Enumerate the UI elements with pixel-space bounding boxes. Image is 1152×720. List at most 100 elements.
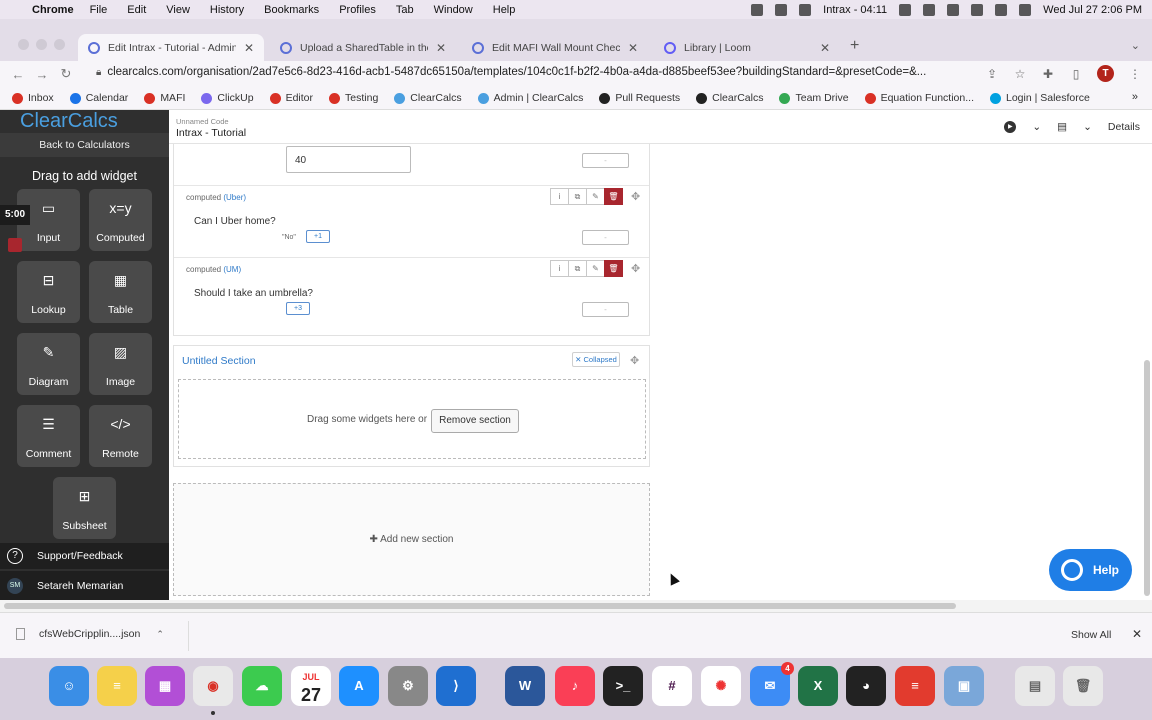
menu-file[interactable]: File xyxy=(90,4,108,16)
kebab-menu-icon[interactable]: ⋮ xyxy=(1128,67,1142,81)
back-to-calculators-link[interactable]: Back to Calculators xyxy=(0,133,169,157)
play-icon[interactable]: ▶ xyxy=(1004,121,1017,133)
tab-edit-intrax[interactable]: Edit Intrax - Tutorial - Admin | C ✕ xyxy=(78,34,264,61)
menu-view[interactable]: View xyxy=(166,4,190,16)
edit-pencil-icon[interactable]: ✎ xyxy=(586,188,605,205)
reference-count-button[interactable]: +1 xyxy=(306,230,330,243)
terminal-icon[interactable]: >_ xyxy=(603,666,643,706)
system-preferences-icon[interactable]: ⚙ xyxy=(388,666,428,706)
minimize-window-icon[interactable] xyxy=(36,39,47,50)
notes-icon[interactable]: ≡ xyxy=(97,666,137,706)
close-tab-icon[interactable]: ✕ xyxy=(628,41,638,55)
side-panel-icon[interactable]: ▯ xyxy=(1069,67,1083,81)
doc-title[interactable]: Intrax - Tutorial xyxy=(176,127,246,139)
bookmark-item[interactable]: Pull Requests xyxy=(599,92,680,104)
messages-icon[interactable]: ☁ xyxy=(242,666,282,706)
tab-edit-mafi[interactable]: Edit MAFI Wall Mount Checker ✕ xyxy=(462,34,648,61)
tab-loom-library[interactable]: Library | Loom ✕ xyxy=(654,34,840,61)
expressvpn-icon[interactable]: ≡ xyxy=(895,666,935,706)
widget-diagram[interactable]: ✎ Diagram xyxy=(17,333,80,395)
tab-upload-sharedtable[interactable]: Upload a SharedTable in the Ca ✕ xyxy=(270,34,456,61)
vertical-scrollbar[interactable] xyxy=(1144,360,1150,596)
bookmark-item[interactable]: Login | Salesforce xyxy=(990,92,1090,104)
audio-icon[interactable] xyxy=(923,3,936,16)
cast-icon[interactable] xyxy=(775,3,788,16)
menu-bookmarks[interactable]: Bookmarks xyxy=(264,4,319,16)
collapsed-toggle-button[interactable]: ✕ Collapsed xyxy=(572,352,620,367)
wifi-icon[interactable] xyxy=(947,3,960,16)
menu-clock[interactable]: Wed Jul 27 2:06 PM xyxy=(1043,4,1142,16)
word-icon[interactable]: W xyxy=(505,666,545,706)
share-icon[interactable]: ⇪ xyxy=(985,67,999,81)
menu-history[interactable]: History xyxy=(210,4,244,16)
copy-icon[interactable]: ⧉ xyxy=(568,188,587,205)
remove-section-button[interactable]: Remove section xyxy=(431,409,519,433)
trash-icon[interactable]: 🗑︎ xyxy=(1063,666,1103,706)
excel-icon[interactable]: X xyxy=(798,666,838,706)
reload-icon[interactable]: ↻ xyxy=(54,66,78,82)
new-tab-plus-icon[interactable]: + xyxy=(850,37,859,55)
drive-icon[interactable] xyxy=(751,3,764,16)
bookmark-item[interactable]: ClickUp xyxy=(201,92,254,104)
bookmark-star-icon[interactable]: ☆ xyxy=(1013,67,1027,81)
bookmark-item[interactable]: ClearCalcs xyxy=(394,92,462,104)
add-new-section[interactable]: ✚ Add new section xyxy=(173,483,650,596)
widget-drop-zone[interactable]: Drag some widgets here or Remove section xyxy=(178,379,646,459)
bookmark-item[interactable]: Testing xyxy=(329,92,378,104)
move-handle-icon[interactable]: ✥ xyxy=(630,354,639,367)
close-icon[interactable]: ✕ xyxy=(1132,627,1142,641)
delete-trash-icon[interactable]: 🗑︎ xyxy=(604,188,623,205)
chrome-icon[interactable]: ◉ xyxy=(193,666,233,706)
copy-icon[interactable]: ⧉ xyxy=(568,260,587,277)
calendar-icon[interactable]: JUL 27 xyxy=(291,666,331,706)
edit-pencil-icon[interactable]: ✎ xyxy=(586,260,605,277)
chevron-up-icon[interactable]: ⌃ xyxy=(156,629,164,640)
bookmark-item[interactable]: Admin | ClearCalcs xyxy=(477,92,583,104)
download-item[interactable]: cfsWebCripplin....json ⌃ xyxy=(16,628,164,640)
app-store-icon[interactable]: A xyxy=(339,666,379,706)
bookmark-item[interactable]: Equation Function... xyxy=(864,92,974,104)
url-field[interactable]: 🔒︎ clearcalcs.com/organisation/2ad7e5c6-8… xyxy=(96,66,986,78)
user-menu[interactable]: SM Setareh Memarian xyxy=(0,571,169,600)
slack-icon[interactable]: # xyxy=(652,666,692,706)
bookmark-item[interactable]: Inbox xyxy=(12,92,54,104)
vscode-icon[interactable]: ⟩ xyxy=(436,666,476,706)
maximize-window-icon[interactable] xyxy=(54,39,65,50)
delete-trash-icon[interactable]: 🗑︎ xyxy=(604,260,623,277)
bookmark-item[interactable]: Team Drive xyxy=(779,92,849,104)
launchpad-icon[interactable]: ▦ xyxy=(145,666,185,706)
close-tab-icon[interactable]: ✕ xyxy=(244,41,254,55)
preview-icon[interactable]: ▣ xyxy=(944,666,984,706)
lock-icon[interactable]: 🔒︎ xyxy=(96,67,101,78)
chevron-down-icon[interactable]: ⌄ xyxy=(1083,121,1092,133)
bookmark-item[interactable]: MAFI xyxy=(144,92,185,104)
info-icon[interactable]: i xyxy=(550,188,569,205)
status-app-timer[interactable]: Intrax - 04:11 xyxy=(823,4,887,16)
scrollbar-thumb[interactable] xyxy=(4,603,956,609)
details-button[interactable]: Details xyxy=(1108,121,1140,133)
horizontal-scrollbar[interactable] xyxy=(0,600,1152,612)
loom-icon[interactable]: ✺ xyxy=(701,666,741,706)
mail-icon[interactable]: ✉ 4 xyxy=(750,662,794,706)
close-tab-icon[interactable]: ✕ xyxy=(436,41,446,55)
menu-window[interactable]: Window xyxy=(434,4,473,16)
brightness-icon[interactable] xyxy=(799,3,812,16)
bookmark-item[interactable]: Calendar xyxy=(69,92,128,104)
document-icon[interactable]: ▤ xyxy=(1057,121,1067,133)
tab-search-chevron-icon[interactable]: ⌄ xyxy=(1131,39,1140,52)
menu-help[interactable]: Help xyxy=(493,4,516,16)
support-feedback-link[interactable]: ? Support/Feedback xyxy=(0,543,169,569)
close-tab-icon[interactable]: ✕ xyxy=(820,41,830,55)
reference-count-button[interactable]: +3 xyxy=(286,302,310,315)
widget-lookup[interactable]: ⊟ Lookup xyxy=(17,261,80,323)
widget-table[interactable]: ▦ Table xyxy=(89,261,152,323)
menu-profiles[interactable]: Profiles xyxy=(339,4,376,16)
input-field[interactable]: 40 xyxy=(286,146,411,173)
section-title[interactable]: Untitled Section xyxy=(182,355,256,367)
back-arrow-icon[interactable]: ← xyxy=(6,67,30,82)
more-bookmarks-icon[interactable]: » xyxy=(1132,91,1138,103)
menu-app-name[interactable]: Chrome xyxy=(32,4,74,16)
control-center-icon[interactable] xyxy=(995,3,1008,16)
finder-icon[interactable]: ☺ xyxy=(49,666,89,706)
info-icon[interactable]: i xyxy=(550,260,569,277)
